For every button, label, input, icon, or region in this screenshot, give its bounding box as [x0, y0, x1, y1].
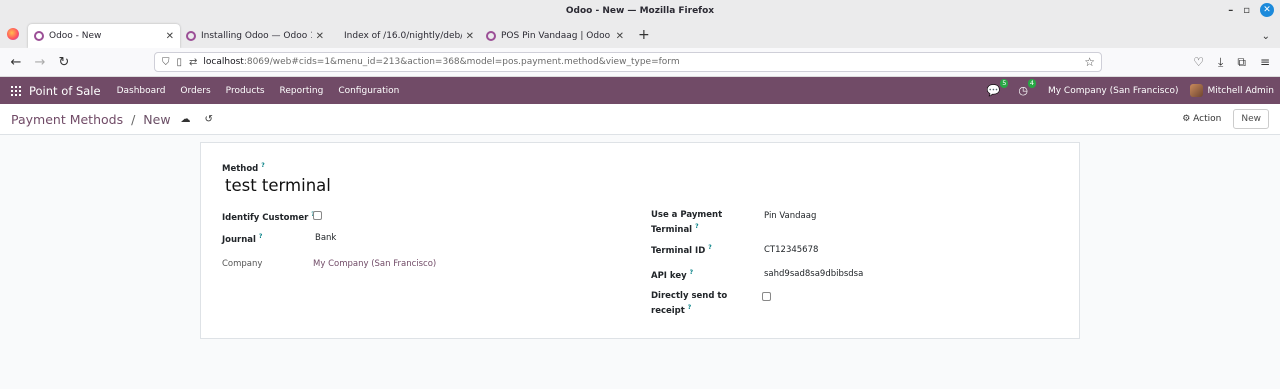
firefox-icon[interactable] — [7, 28, 19, 40]
url-path: :8069/web#cids=1&menu_id=213&action=368&… — [243, 57, 680, 67]
odoo-favicon-icon — [186, 31, 196, 41]
forward-icon[interactable]: → — [28, 55, 52, 70]
window-controls: – ▫ ✕ — [1228, 3, 1274, 17]
app-brand[interactable]: Point of Sale — [29, 84, 101, 98]
tab-close-icon[interactable]: ✕ — [616, 31, 624, 42]
menu-icon[interactable]: ≡ — [1260, 55, 1270, 70]
messages-button[interactable]: 💬 5 — [986, 79, 1009, 97]
menu-configuration[interactable]: Configuration — [338, 86, 399, 96]
bookmark-star-icon[interactable]: ☆ — [1084, 55, 1095, 69]
permissions-icon[interactable]: ⇄ — [189, 57, 197, 68]
odoo-navbar: Point of Sale Dashboard Orders Products … — [0, 77, 1280, 104]
tab-installing-odoo[interactable]: Installing Odoo — Odoo 13.0 ✕ — [180, 24, 330, 48]
new-tab-icon[interactable]: + — [638, 27, 650, 43]
chat-icon: 💬 — [986, 84, 1001, 97]
pocket-icon[interactable]: ♡ — [1193, 55, 1204, 70]
method-name-input[interactable]: test terminal — [225, 176, 331, 195]
api-key-label: API key ? — [651, 269, 694, 281]
window-titlebar: Odoo - New — Mozilla Firefox – ▫ ✕ — [0, 0, 1280, 21]
menu-dashboard[interactable]: Dashboard — [117, 86, 166, 96]
tab-label: Odoo - New — [49, 31, 102, 41]
tab-label: Installing Odoo — Odoo 13.0 — [201, 31, 312, 41]
journal-label: Journal ? — [222, 233, 263, 245]
menu-products[interactable]: Products — [226, 86, 265, 96]
extensions-icon[interactable]: ⧉ — [1237, 55, 1246, 70]
payment-terminal-select[interactable]: Pin Vandaag — [764, 211, 816, 221]
breadcrumb-current: New — [143, 111, 171, 127]
page-icon[interactable]: ▯ — [177, 57, 183, 68]
activities-button[interactable]: ◷ 4 — [1018, 79, 1036, 97]
save-cloud-icon[interactable]: ☁ — [181, 114, 191, 125]
terminal-id-label: Terminal ID ? — [651, 244, 712, 256]
odoo-favicon-icon — [34, 31, 44, 41]
shield-icon[interactable]: ⛉ — [162, 57, 170, 68]
restore-icon[interactable]: ▫ — [1243, 5, 1250, 16]
window-title: Odoo - New — Mozilla Firefox — [565, 5, 715, 16]
url-host: localhost — [203, 57, 244, 67]
use-payment-terminal-label: Use a Payment Terminal ? — [651, 210, 723, 235]
api-key-field[interactable]: sahd9sad8sa9dbibsdsa — [764, 269, 863, 279]
url-bar[interactable]: ⛉ ▯ ⇄ localhost :8069/web#cids=1&menu_id… — [154, 52, 1102, 72]
navigation-toolbar: ← → ↻ ⛉ ▯ ⇄ localhost :8069/web#cids=1&m… — [0, 48, 1280, 77]
tab-odoo-new[interactable]: Odoo - New ✕ — [28, 24, 180, 48]
avatar — [1190, 84, 1204, 97]
gear-icon: ⚙ — [1182, 114, 1191, 124]
control-panel: Payment Methods / New ☁ ↺ ⚙ Action New — [0, 104, 1280, 135]
tab-close-icon[interactable]: ✕ — [166, 31, 174, 42]
breadcrumb-payment-methods[interactable]: Payment Methods — [11, 112, 123, 127]
form-sheet: Method ? test terminal Identify Customer… — [200, 142, 1080, 339]
tab-strip: Odoo - New ✕ Installing Odoo — Odoo 13.0… — [0, 21, 1280, 48]
directly-send-receipt-label: Directly send to receipt ? — [651, 291, 728, 316]
identify-customer-checkbox[interactable] — [313, 211, 322, 220]
discard-icon[interactable]: ↺ — [205, 114, 213, 125]
tab-close-icon[interactable]: ✕ — [316, 31, 324, 42]
tab-label: POS Pin Vandaag | Odoo Apps — [501, 31, 612, 41]
tab-label: Index of /16.0/nightly/deb/ — [344, 31, 462, 41]
tab-index-nightly[interactable]: Index of /16.0/nightly/deb/ ✕ — [330, 24, 480, 48]
tab-pos-pin-vandaag[interactable]: POS Pin Vandaag | Odoo Apps ✕ — [480, 24, 630, 48]
terminal-id-field[interactable]: CT12345678 — [764, 245, 818, 255]
journal-field[interactable]: Bank — [315, 233, 336, 243]
company-label: Company — [222, 259, 263, 269]
messages-count-badge: 5 — [1000, 79, 1009, 88]
method-label: Method ? — [222, 162, 265, 174]
control-panel-actions: ⚙ Action New — [1182, 109, 1269, 129]
list-tabs-icon[interactable]: ⌄ — [1262, 31, 1270, 42]
action-label: Action — [1193, 114, 1222, 124]
minimize-icon[interactable]: – — [1228, 5, 1233, 16]
company-field[interactable]: My Company (San Francisco) — [313, 259, 436, 269]
new-button[interactable]: New — [1233, 109, 1269, 129]
close-window-icon[interactable]: ✕ — [1260, 3, 1274, 17]
activities-count-badge: 4 — [1027, 79, 1036, 88]
user-menu[interactable]: Mitchell Admin — [1190, 84, 1274, 97]
odoo-favicon-icon — [486, 31, 496, 41]
directly-send-receipt-checkbox[interactable] — [762, 292, 771, 301]
back-icon[interactable]: ← — [4, 55, 28, 70]
toolbar-right: ♡ ⤓ ⧉ ≡ — [1193, 55, 1270, 70]
apps-menu-icon[interactable] — [11, 85, 21, 96]
reload-icon[interactable]: ↻ — [52, 55, 76, 70]
clock-icon: ◷ — [1018, 84, 1028, 97]
menu-orders[interactable]: Orders — [180, 86, 210, 96]
action-button[interactable]: ⚙ Action — [1182, 114, 1221, 124]
company-switcher[interactable]: My Company (San Francisco) — [1048, 86, 1178, 96]
downloads-icon[interactable]: ⤓ — [1218, 55, 1223, 70]
menu-reporting[interactable]: Reporting — [280, 86, 324, 96]
identify-customer-label: Identify Customer ? — [222, 211, 315, 223]
navbar-systray: 💬 5 ◷ 4 My Company (San Francisco) Mitch… — [987, 77, 1274, 104]
breadcrumb-separator: / — [131, 111, 136, 127]
breadcrumb: Payment Methods / New — [11, 112, 171, 127]
tab-close-icon[interactable]: ✕ — [466, 31, 474, 42]
user-name: Mitchell Admin — [1207, 86, 1274, 96]
